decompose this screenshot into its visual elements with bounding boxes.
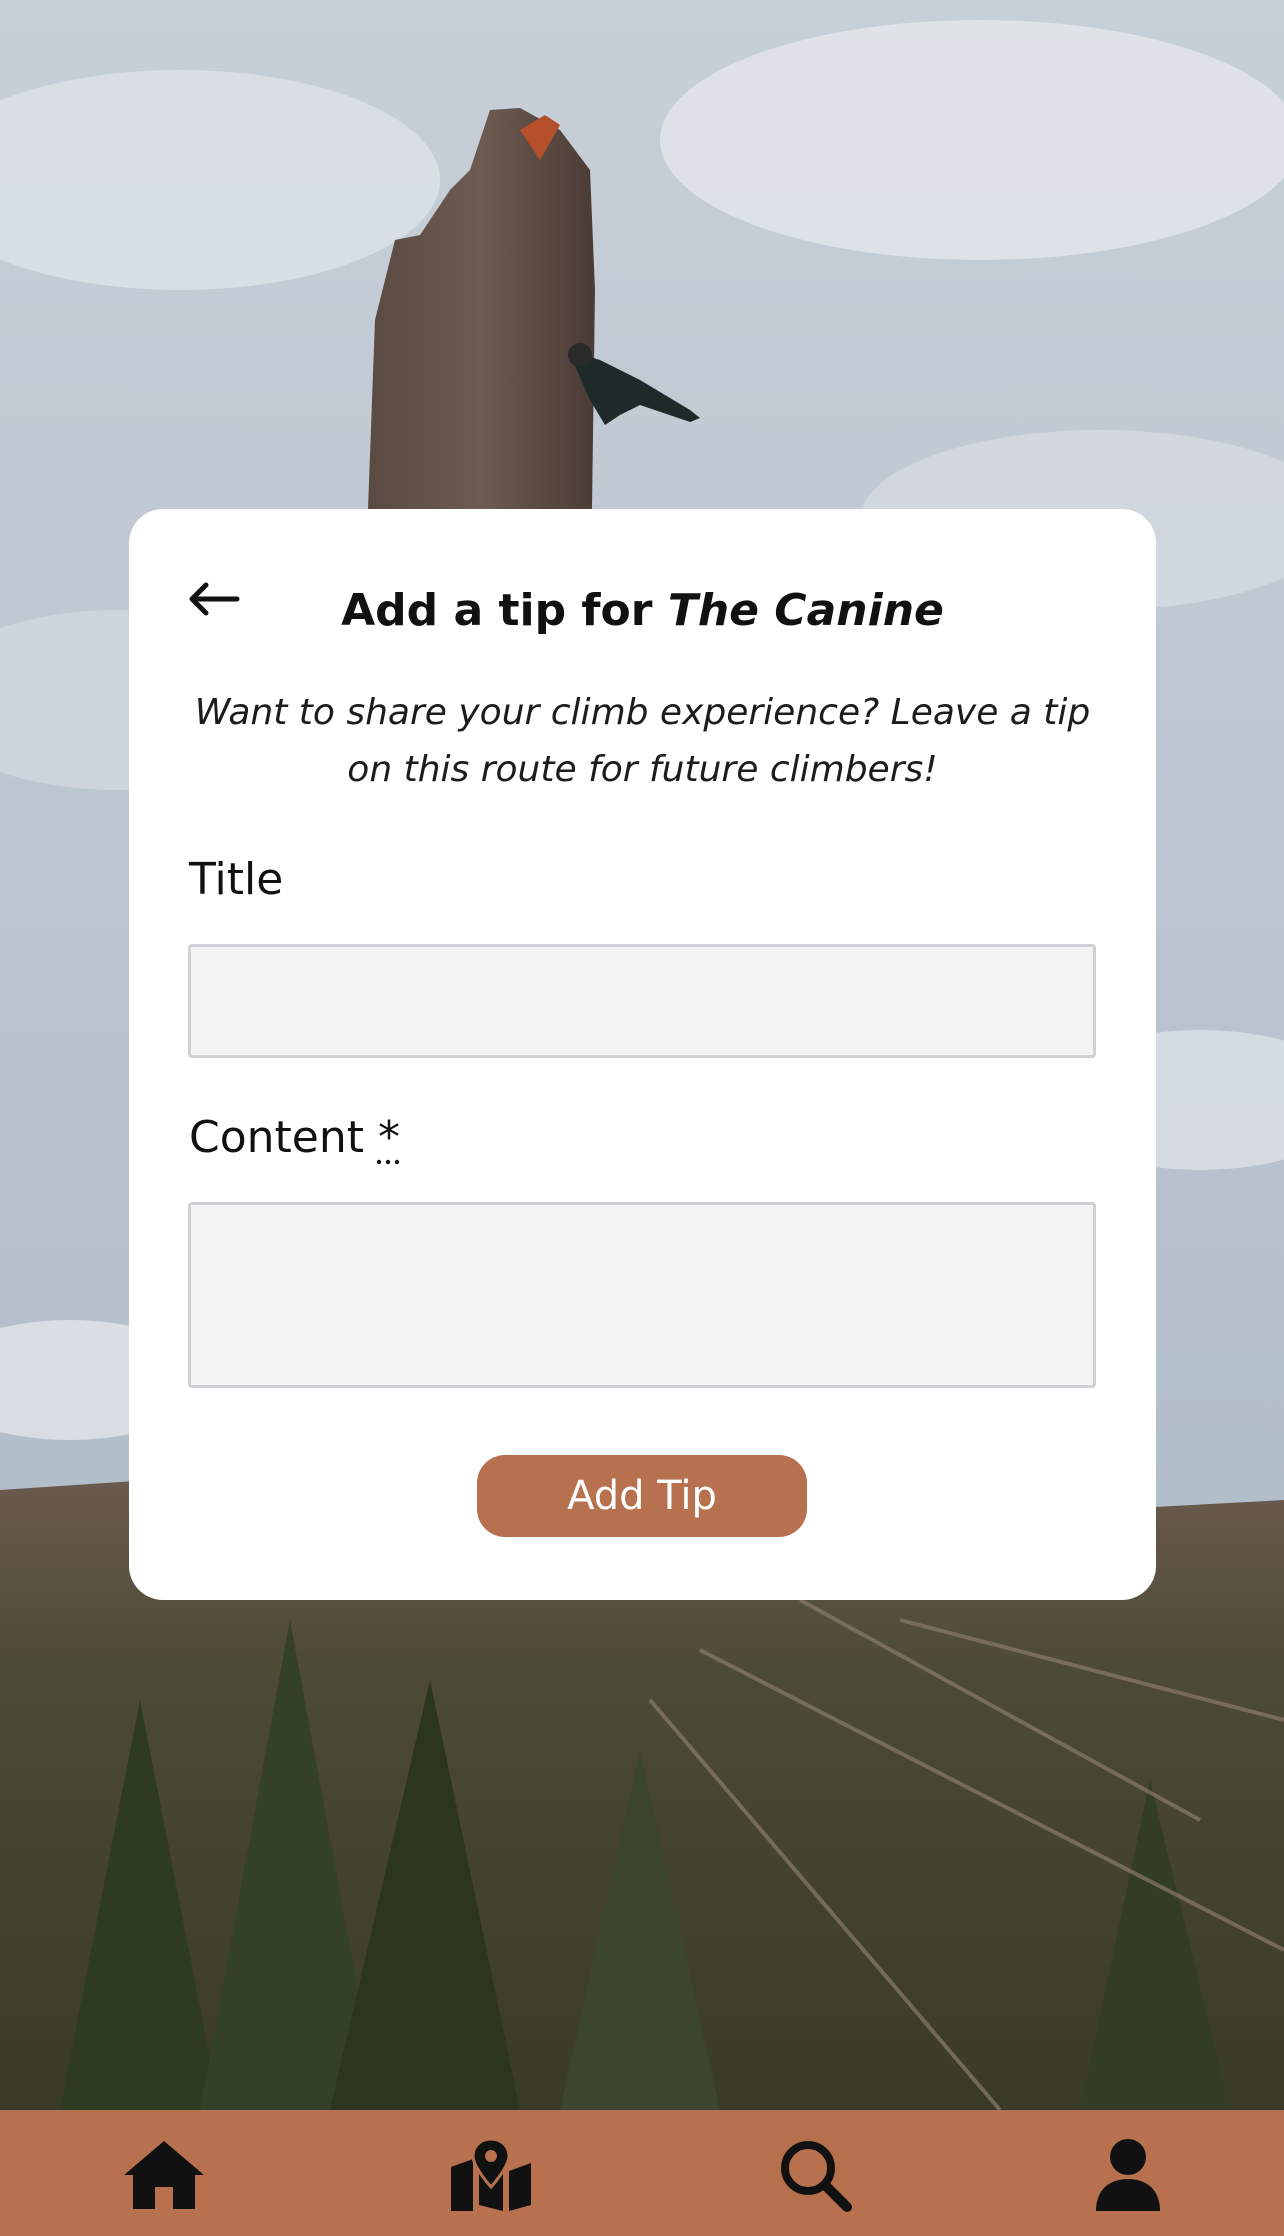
user-icon: [1096, 2139, 1160, 2211]
content-label-text: Content: [189, 1112, 378, 1163]
intro-text: Want to share your climb experience? Lea…: [194, 692, 1091, 790]
add-tip-button[interactable]: Add Tip: [477, 1455, 807, 1537]
title-label: Title: [189, 854, 284, 905]
content-input[interactable]: [188, 1202, 1096, 1388]
nav-map[interactable]: [441, 2130, 541, 2220]
nav-home[interactable]: [114, 2130, 214, 2220]
add-tip-card: Add a tip for The Canine Want to share y…: [129, 509, 1156, 1600]
required-marker: *: [377, 1112, 400, 1163]
bottom-nav: [0, 2110, 1284, 2236]
map-pin-icon: [451, 2137, 531, 2211]
search-icon: [781, 2141, 852, 2212]
title-prefix: Add a tip for: [341, 585, 668, 636]
home-icon: [124, 2141, 204, 2209]
nav-search[interactable]: [765, 2130, 865, 2220]
title-input[interactable]: [188, 944, 1096, 1058]
page-title: Add a tip for The Canine: [129, 571, 1156, 651]
content-label: Content *: [189, 1112, 400, 1163]
route-name: The Canine: [667, 585, 944, 636]
nav-profile[interactable]: [1078, 2130, 1178, 2220]
